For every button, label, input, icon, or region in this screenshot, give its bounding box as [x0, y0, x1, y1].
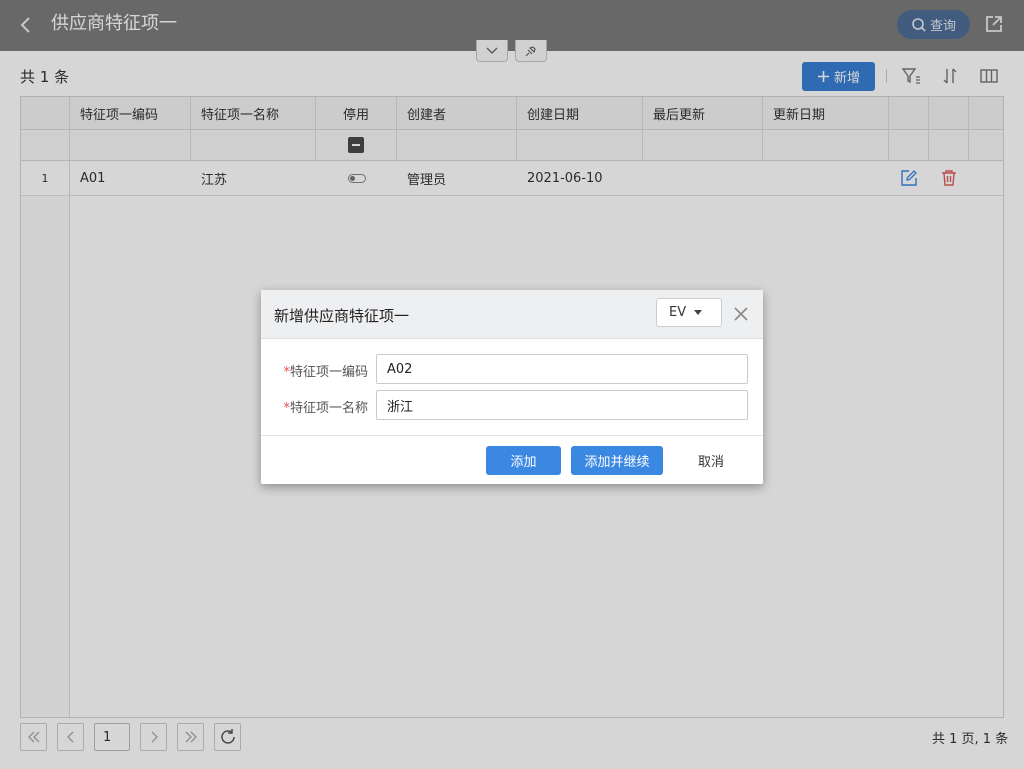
caret-down-icon [694, 310, 703, 315]
field-label-code: *特征项一编码 [283, 365, 368, 380]
add-continue-button[interactable]: 添加并继续 [571, 446, 663, 475]
language-select[interactable]: EV [656, 298, 722, 327]
dialog-header: 新增供应商特征项一 EV [261, 290, 763, 339]
close-icon[interactable] [732, 305, 750, 323]
cancel-button[interactable]: 取消 [681, 446, 741, 475]
dialog-title: 新增供应商特征项一 [274, 307, 410, 325]
field-label-name: *特征项一名称 [283, 401, 368, 416]
language-value: EV [669, 305, 687, 320]
dialog-divider [261, 435, 763, 436]
code-input[interactable]: A02 [376, 354, 748, 384]
add-submit-button[interactable]: 添加 [486, 446, 561, 475]
name-input[interactable]: 浙江 [376, 390, 748, 420]
add-dialog: 新增供应商特征项一 EV *特征项一编码 A02 *特征项一名称 浙江 添加 添… [261, 290, 763, 484]
